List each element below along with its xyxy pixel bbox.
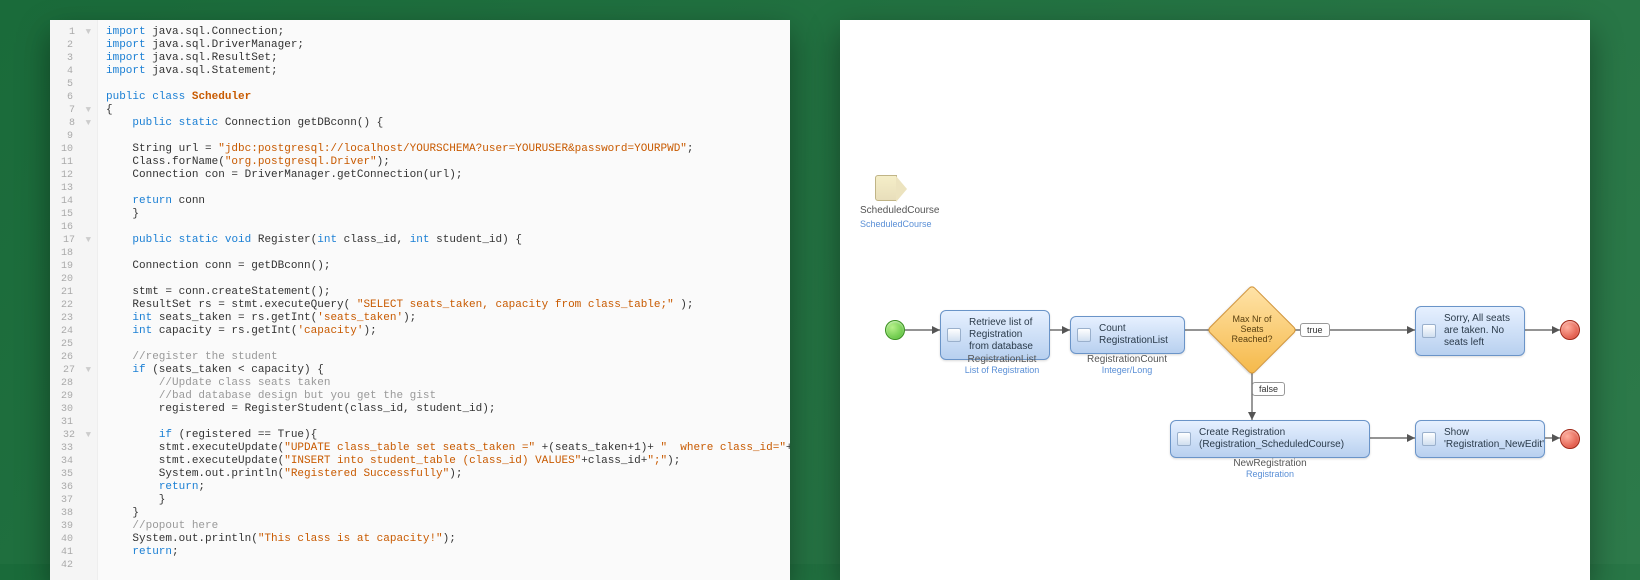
action-create-registration[interactable]: Create Registration (Registration_Schedu…: [1170, 420, 1370, 458]
page-icon: [1422, 432, 1436, 446]
diagram-connectors: [840, 20, 1590, 580]
condition-false-label: false: [1252, 382, 1285, 396]
output-newregistration: NewRegistration Registration: [1210, 458, 1330, 479]
action-label: Create Registration (Registration_Schedu…: [1199, 427, 1344, 450]
output-registrationcount: RegistrationCount Integer/Long: [1072, 354, 1182, 375]
arrow-head-icon: [1248, 412, 1256, 420]
arrow-head-icon: [1407, 434, 1415, 442]
action-count[interactable]: Count RegistrationList: [1070, 316, 1185, 354]
output-registrationlist: RegistrationList List of Registration: [952, 354, 1052, 375]
arrow-head-icon: [1407, 326, 1415, 334]
action-label: Retrieve list of Registration from datab…: [969, 317, 1033, 352]
end-node[interactable]: [1560, 429, 1580, 449]
arrow-head-icon: [1552, 326, 1560, 334]
aggregate-icon: [1077, 328, 1091, 342]
action-label: Count RegistrationList: [1099, 323, 1168, 346]
database-icon: [947, 328, 961, 342]
action-show-page[interactable]: Show 'Registration_NewEdit': [1415, 420, 1545, 458]
arrow-head-icon: [1552, 434, 1560, 442]
code-content[interactable]: import java.sql.Connection; import java.…: [98, 20, 790, 580]
action-label: Sorry, All seats are taken. No seats lef…: [1444, 313, 1510, 348]
decision-node[interactable]: Max Nr of Seats Reached?: [1220, 298, 1284, 362]
decision-label: Max Nr of Seats Reached?: [1220, 298, 1284, 362]
entity-shape-icon[interactable]: [875, 175, 897, 201]
arrow-head-icon: [1062, 326, 1070, 334]
message-icon: [1422, 324, 1436, 338]
create-icon: [1177, 432, 1191, 446]
entity-type: ScheduledCourse: [860, 219, 932, 229]
condition-true-label: true: [1300, 323, 1330, 337]
action-retrieve[interactable]: Retrieve list of Registration from datab…: [940, 310, 1050, 360]
start-node[interactable]: [885, 320, 905, 340]
end-node[interactable]: [1560, 320, 1580, 340]
entity-label: ScheduledCourse: [860, 205, 940, 216]
action-label: Show 'Registration_NewEdit': [1444, 427, 1544, 450]
diagram-panel: ScheduledCourse ScheduledCourse: [840, 20, 1590, 580]
arrow-head-icon: [932, 326, 940, 334]
code-editor-panel: 1 ▼ 2 3 4 5 6 7 ▼ 8 ▼ 9 10 11 12 13 14 1…: [50, 20, 790, 580]
code-gutter: 1 ▼ 2 3 4 5 6 7 ▼ 8 ▼ 9 10 11 12 13 14 1…: [50, 20, 98, 580]
action-sorry-message[interactable]: Sorry, All seats are taken. No seats lef…: [1415, 306, 1525, 356]
